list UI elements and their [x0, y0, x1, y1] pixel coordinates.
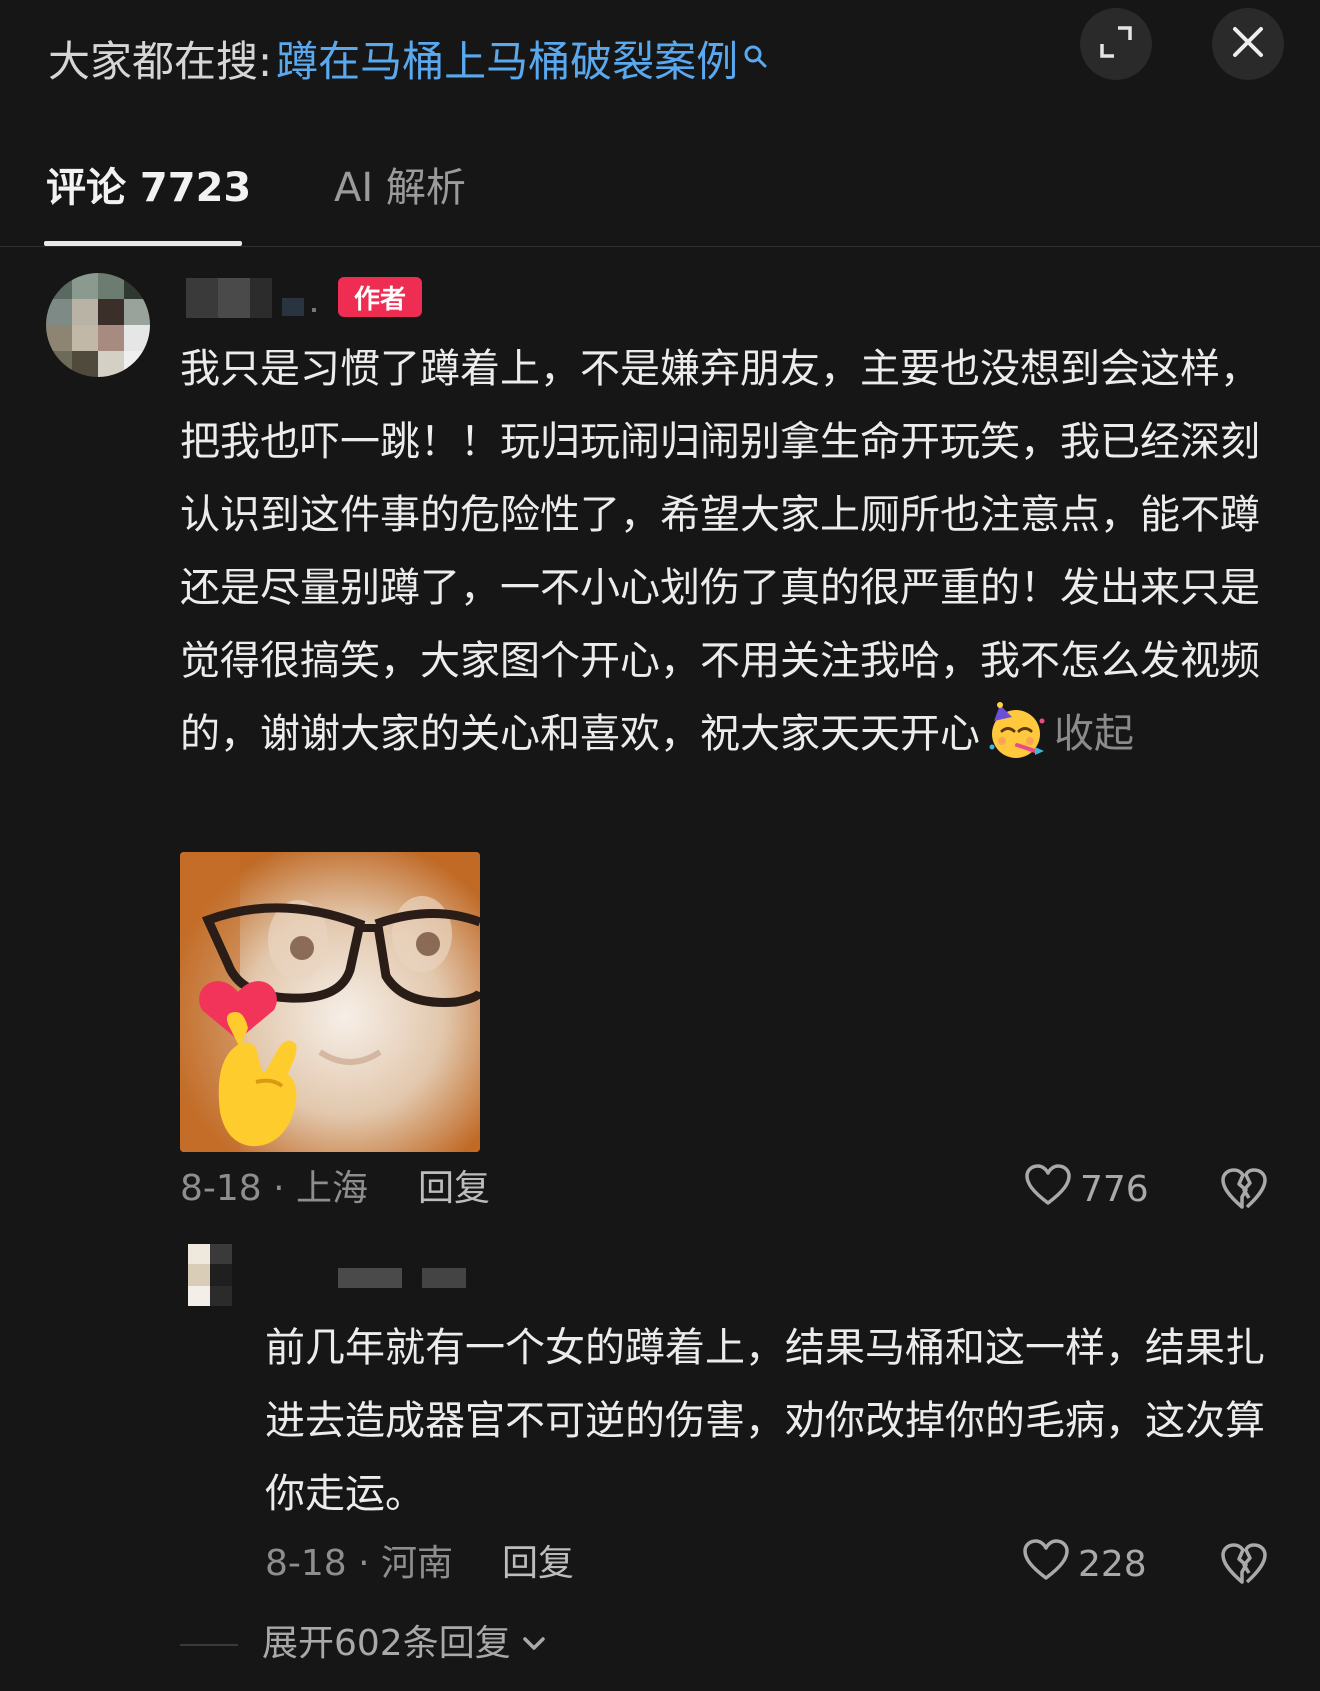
expand-button[interactable] [1080, 8, 1152, 80]
search-suggestion[interactable]: 大家都在搜: 蹲在马桶上马桶破裂案例 [48, 30, 770, 86]
heart-icon [1022, 1538, 1078, 1591]
cat-glasses-finger-heart-sticker[interactable] [180, 852, 480, 1152]
avatar[interactable] [46, 273, 150, 377]
expand-icon [1098, 24, 1134, 64]
search-icon [742, 32, 770, 68]
reply-button[interactable]: 回复 [418, 1164, 490, 1214]
reply-username-blurred[interactable] [338, 1268, 468, 1288]
reply-dislike-button[interactable] [1220, 1542, 1268, 1586]
collapse-link[interactable]: 收起 [1054, 711, 1134, 757]
reply-comment-text: 前几年就有一个女的蹲着上，结果马桶和这一样，结果扎进去造成器官不可逆的伤害，劝你… [265, 1325, 1265, 1517]
close-button[interactable] [1212, 8, 1284, 80]
heart-icon [1024, 1163, 1080, 1216]
tabs-divider [0, 246, 1320, 247]
search-prefix: 大家都在搜: [48, 36, 273, 86]
partying-face-emoji [986, 701, 1048, 763]
broken-heart-icon [1220, 1543, 1268, 1590]
comment-text: 我只是习惯了蹲着上，不是嫌弃朋友，主要也没想到会这样，把我也吓一跳！！玩归玩闹归… [180, 333, 1260, 771]
comment-date-location: 8-18 · 上海 [180, 1168, 369, 1209]
tab-ai-analysis[interactable]: AI 解析 [334, 160, 466, 216]
like-count: 228 [1078, 1543, 1147, 1585]
tab-comments[interactable]: 评论 7723 [46, 160, 251, 216]
search-query-link[interactable]: 蹲在马桶上马桶破裂案例 [276, 28, 738, 89]
username-blurred[interactable] [186, 278, 326, 318]
broken-heart-icon [1220, 1168, 1268, 1215]
reply-like-button[interactable]: 228 [1022, 1538, 1147, 1591]
dislike-button[interactable] [1220, 1167, 1268, 1211]
reply-button[interactable]: 回复 [502, 1539, 574, 1589]
reply-avatar[interactable] [188, 1244, 232, 1306]
chevron-down-icon [521, 1631, 547, 1657]
like-count: 776 [1080, 1168, 1149, 1210]
close-icon [1230, 24, 1266, 64]
like-button[interactable]: 776 [1024, 1163, 1149, 1216]
expand-divider [180, 1644, 238, 1646]
comment-body: 我只是习惯了蹲着上，不是嫌弃朋友，主要也没想到会这样，把我也吓一跳！！玩归玩闹归… [180, 346, 1260, 757]
reply-date-location: 8-18 · 河南 [265, 1543, 454, 1584]
author-badge: 作者 [338, 277, 422, 317]
expand-replies-label: 展开602条回复 [262, 1623, 511, 1664]
expand-replies-button[interactable]: 展开602条回复 [262, 1619, 547, 1669]
